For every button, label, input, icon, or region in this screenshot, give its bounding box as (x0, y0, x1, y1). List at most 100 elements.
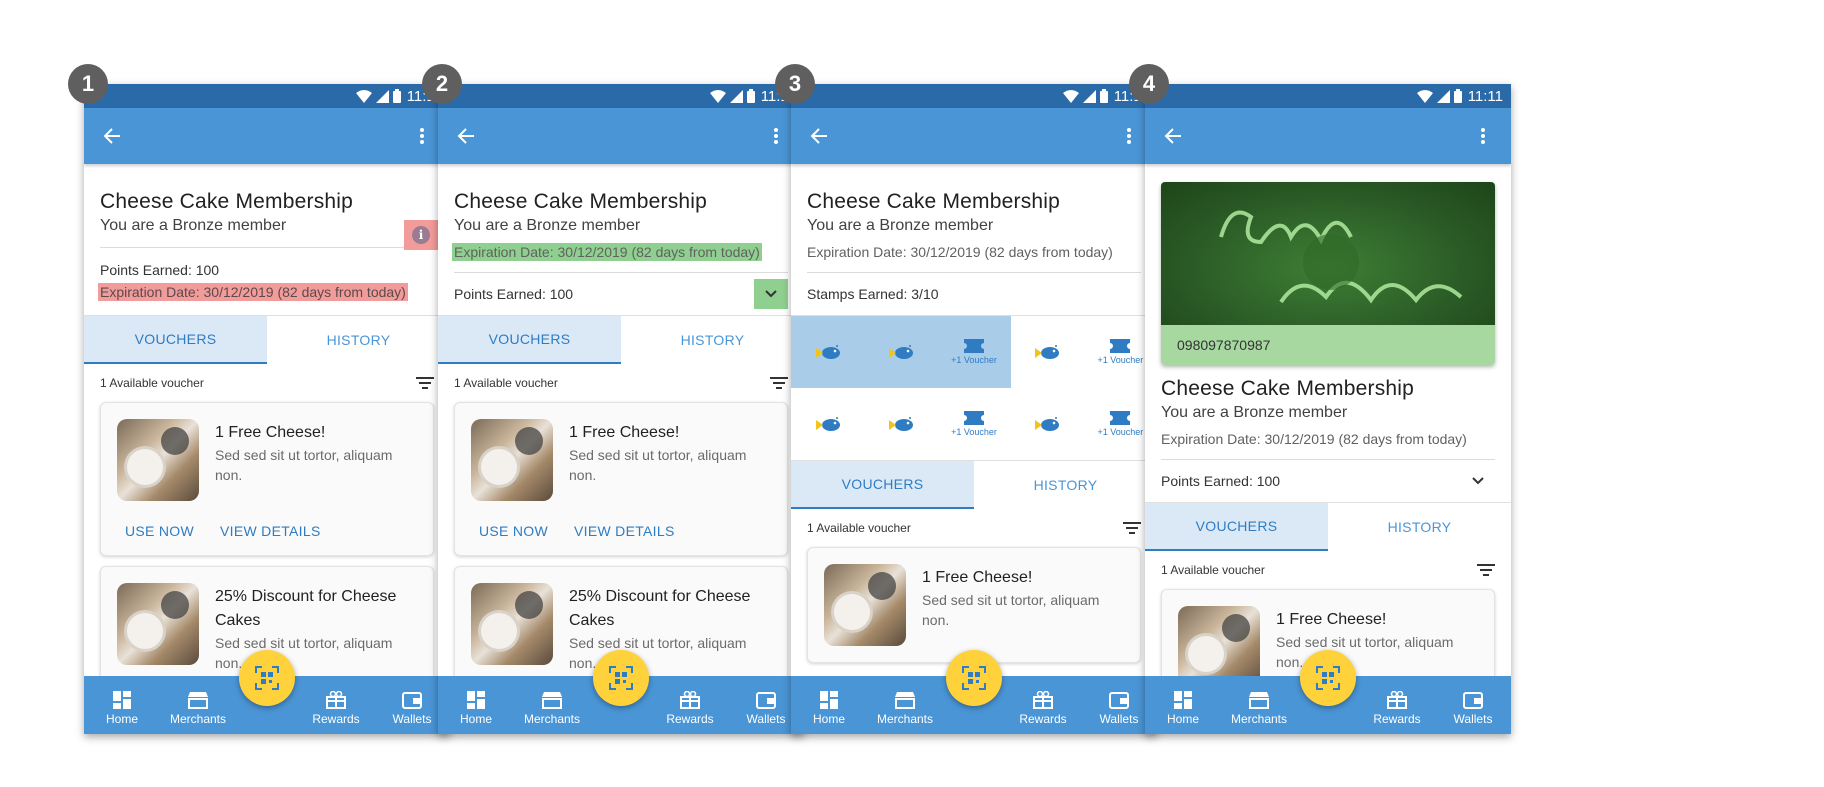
more-vert-icon[interactable] (764, 124, 788, 148)
stamps-row: Stamps Earned: 3/10 (791, 273, 1157, 315)
home-icon (820, 691, 838, 709)
back-arrow-icon[interactable] (100, 124, 124, 148)
stamp-bonus-label: +1 Voucher (951, 427, 997, 437)
wallet-icon (756, 692, 776, 709)
nav-rewards[interactable]: Rewards (1008, 691, 1078, 726)
back-arrow-icon[interactable] (807, 124, 831, 148)
qr-scan-button[interactable] (239, 650, 295, 706)
gift-icon (1387, 691, 1407, 709)
nav-wallets-label: Wallets (1453, 712, 1493, 726)
tab-vouchers[interactable]: VOUCHERS (84, 316, 267, 364)
voucher-card[interactable]: 1 Free Cheese! Sed sed sit ut tortor, al… (807, 547, 1141, 663)
filter-icon[interactable] (416, 377, 434, 389)
tab-vouchers[interactable]: VOUCHERS (791, 461, 974, 509)
nav-rewards-label: Rewards (666, 712, 714, 726)
nav-rewards[interactable]: Rewards (1362, 691, 1432, 726)
qr-scan-button[interactable] (946, 650, 1002, 706)
filter-icon[interactable] (770, 377, 788, 389)
points-row[interactable]: Points Earned: 100 (1145, 460, 1511, 502)
app-bar (1145, 108, 1511, 164)
tab-vouchers[interactable]: VOUCHERS (438, 316, 621, 364)
nav-merchants[interactable]: Merchants (517, 691, 587, 726)
more-vert-icon[interactable] (1117, 124, 1141, 148)
nav-home[interactable]: Home (441, 691, 511, 726)
nav-home[interactable]: Home (87, 691, 157, 726)
nav-wallets-label: Wallets (746, 712, 786, 726)
nav-merchants[interactable]: Merchants (163, 691, 233, 726)
gift-icon (680, 691, 700, 709)
nav-home[interactable]: Home (794, 691, 864, 726)
wallet-icon (1109, 692, 1129, 709)
nav-merchants[interactable]: Merchants (870, 691, 940, 726)
status-bar: 11:11 (84, 84, 450, 108)
chevron-down-icon (765, 290, 777, 298)
nav-rewards[interactable]: Rewards (301, 691, 371, 726)
nav-wallets[interactable]: Wallets (377, 691, 447, 726)
membership-subtitle: You are a Bronze member (807, 217, 994, 234)
voucher-bar: 1 Available voucher (84, 364, 450, 402)
points-earned: Points Earned: 100 (454, 286, 574, 302)
tab-history[interactable]: HISTORY (621, 316, 804, 364)
nav-merchants-label: Merchants (523, 712, 581, 726)
nav-rewards-label: Rewards (1373, 712, 1421, 726)
back-arrow-icon[interactable] (1161, 124, 1185, 148)
phone-screen-1: 11:11 Cheese Cake Membership You are a B… (84, 84, 450, 734)
ticket-icon (963, 339, 984, 353)
stamp-slot (1011, 316, 1084, 388)
membership-header: Cheese Cake Membership You are a Bronze … (84, 190, 450, 250)
tab-history[interactable]: HISTORY (1328, 503, 1511, 551)
status-bar: 11:11 (791, 84, 1157, 108)
tab-vouchers[interactable]: VOUCHERS (1145, 503, 1328, 551)
stamps-earned: Stamps Earned: 3/10 (807, 286, 939, 302)
stamp-bonus-label: +1 Voucher (1097, 355, 1144, 365)
qr-scan-icon (962, 666, 986, 690)
nav-merchants[interactable]: Merchants (1224, 691, 1294, 726)
voucher-card[interactable]: 1 Free Cheese! Sed sed sit ut tortor, al… (454, 402, 788, 556)
signal-icon (729, 89, 743, 103)
fish-stamp-icon (815, 345, 840, 359)
filter-icon[interactable] (1477, 564, 1495, 576)
phone-screen-2: 11:11 Cheese Cake Membership You are a B… (438, 84, 804, 734)
view-details-button[interactable]: VIEW DETAILS (574, 523, 675, 539)
nav-wallets[interactable]: Wallets (1084, 691, 1154, 726)
wifi-icon (355, 89, 372, 103)
voucher-description: Sed sed sit ut tortor, aliquam non. (569, 447, 747, 483)
app-bar (791, 108, 1157, 164)
expand-button[interactable] (754, 279, 788, 309)
more-vert-icon[interactable] (1471, 124, 1495, 148)
more-vert-icon[interactable] (410, 124, 434, 148)
membership-card[interactable]: 098097870987 (1161, 182, 1495, 365)
use-now-button[interactable]: USE NOW (125, 523, 194, 539)
use-now-button[interactable]: USE NOW (479, 523, 548, 539)
store-icon (1249, 692, 1269, 709)
back-arrow-icon[interactable] (454, 124, 478, 148)
stamp-slot-bonus: +1 Voucher (937, 316, 1011, 388)
info-button[interactable]: i (404, 220, 438, 250)
stamp-slot (864, 388, 937, 460)
nav-wallets[interactable]: Wallets (1438, 691, 1508, 726)
qr-scan-button[interactable] (1300, 650, 1356, 706)
nav-rewards[interactable]: Rewards (655, 691, 725, 726)
home-icon (1174, 691, 1192, 709)
expiration-date: Expiration Date: 30/12/2019 (82 days fro… (452, 243, 762, 261)
expand-button[interactable] (1461, 466, 1495, 496)
nav-wallets-label: Wallets (392, 712, 432, 726)
nav-merchants-label: Merchants (1230, 712, 1288, 726)
nav-home[interactable]: Home (1148, 691, 1218, 726)
stamp-slot (791, 388, 864, 460)
tab-history[interactable]: HISTORY (267, 316, 450, 364)
view-details-button[interactable]: VIEW DETAILS (220, 523, 321, 539)
filter-icon[interactable] (1123, 522, 1141, 534)
nav-rewards-label: Rewards (1019, 712, 1067, 726)
voucher-card[interactable]: 1 Free Cheese! Sed sed sit ut tortor, al… (100, 402, 434, 556)
voucher-bar: 1 Available voucher (438, 364, 804, 402)
points-row[interactable]: Points Earned: 100 (438, 273, 804, 315)
stamp-slot-bonus: +1 Voucher (937, 388, 1010, 460)
qr-scan-button[interactable] (593, 650, 649, 706)
tab-history[interactable]: HISTORY (974, 461, 1157, 509)
home-icon (467, 691, 485, 709)
step-badge-1: 1 (68, 64, 108, 104)
gift-icon (326, 691, 346, 709)
membership-header: Cheese Cake Membership You are a Bronze … (1145, 377, 1511, 449)
battery-icon (1453, 89, 1462, 103)
